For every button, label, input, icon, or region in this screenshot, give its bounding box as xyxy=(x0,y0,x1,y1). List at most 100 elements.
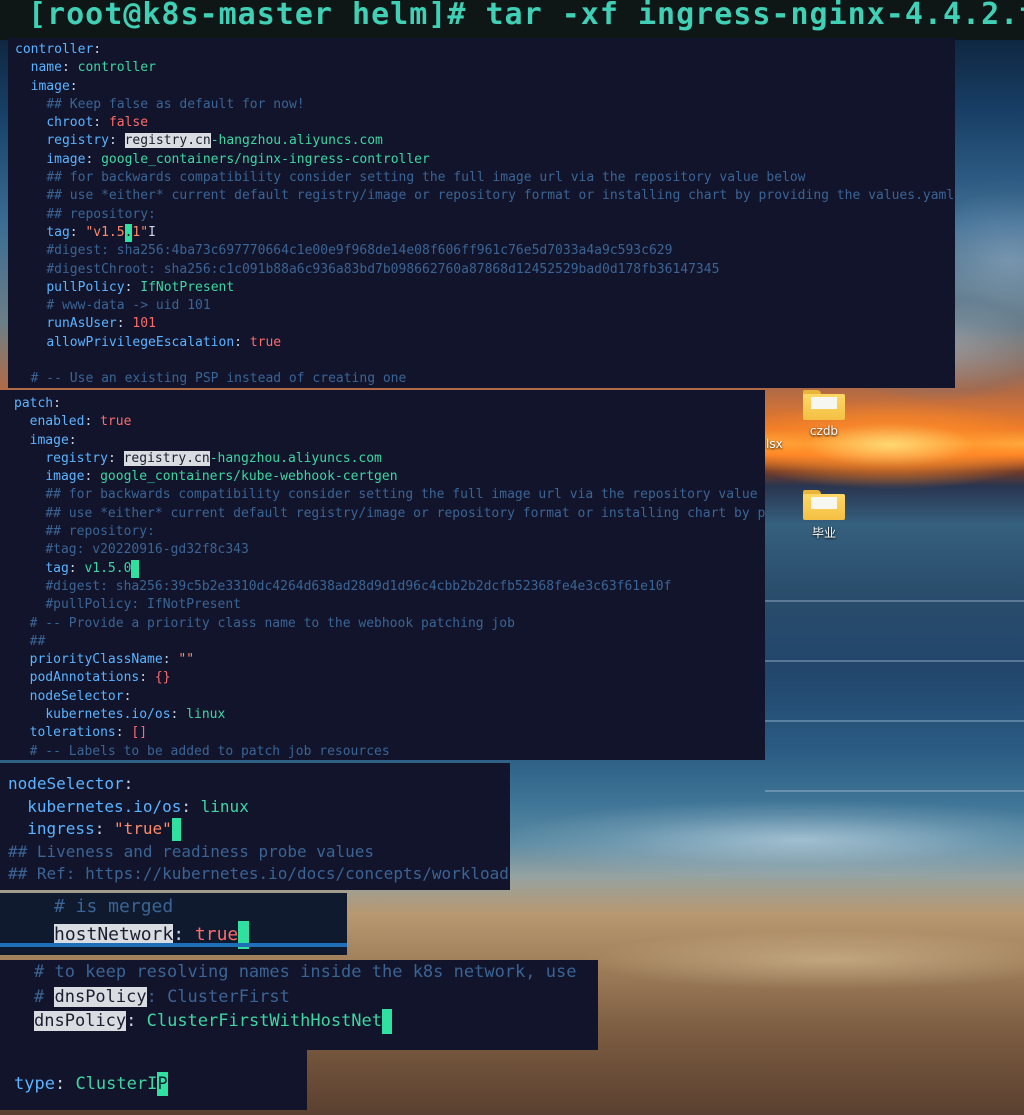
punctuation: : xyxy=(123,774,134,793)
desktop-icon-czdb[interactable]: czdb xyxy=(794,390,854,438)
code-line: registry: registry.cn-hangzhou.aliyuncs.… xyxy=(15,132,955,150)
code-line: ## repository: xyxy=(14,523,765,541)
desktop-icon-graduation[interactable]: 毕业 xyxy=(794,490,854,541)
comment: # is merged xyxy=(54,896,174,917)
comment: ## Ref: https://kubernetes.io/docs/conce… xyxy=(8,864,510,884)
yaml-key: pullPolicy xyxy=(46,279,125,295)
code-line: ## Ref: https://kubernetes.io/docs/conce… xyxy=(8,863,510,886)
yaml-value: controller xyxy=(77,60,156,76)
editor-pane-service-type[interactable]: type: ClusterIP xyxy=(0,1046,307,1110)
code-line: runAsUser: 101 xyxy=(15,315,955,333)
yaml-value: IfNotPresent xyxy=(140,279,235,295)
selected-text: registry.cn xyxy=(124,133,211,149)
comment: ## repository: xyxy=(46,206,156,222)
folder-icon xyxy=(803,490,845,520)
yaml-key: tolerations xyxy=(29,725,116,741)
yaml-value: google_containers/nginx-ingress-controll… xyxy=(101,151,430,167)
comment: # www-data -> uid 101 xyxy=(46,298,211,314)
yaml-key: type xyxy=(14,1074,55,1094)
comment: ## for backwards compatibility consider … xyxy=(46,170,806,186)
yaml-value: linux xyxy=(200,796,249,816)
comment: ## xyxy=(29,633,46,649)
yaml-value: google_containers/kube-webhook-certgen xyxy=(100,469,398,485)
code-line: # is merged xyxy=(54,893,347,921)
yaml-key: chroot xyxy=(46,115,94,131)
code-line: ## repository: xyxy=(15,206,955,224)
yaml-key: registry xyxy=(45,450,108,466)
yaml-key: registry xyxy=(46,133,109,149)
code-line: ingress: "true" xyxy=(8,818,510,841)
code-line: #pullPolicy: IfNotPresent xyxy=(14,596,765,614)
code-line: #digest: sha256:4ba73c697770664c1e00e9f9… xyxy=(15,242,955,260)
code-line: kubernetes.io/os: linux xyxy=(8,796,510,819)
editor-pane-controller[interactable]: controller: name: controller image: ## K… xyxy=(8,38,955,388)
editor-pane-dnspolicy[interactable]: # to keep resolving names inside the k8s… xyxy=(0,960,598,1050)
code-line: #digestChroot: sha256:c1c091b88a6c936a83… xyxy=(15,261,955,279)
yaml-literal: false xyxy=(108,115,149,131)
punctuation: : xyxy=(126,1011,147,1031)
command: tar -xf ingress-nginx-4.4.2.tgz xyxy=(485,0,1024,32)
yaml-string: "true" xyxy=(113,819,172,839)
code-line: patch: xyxy=(14,395,765,413)
text-cursor: P xyxy=(157,1072,168,1096)
code-line: ## Liveness and readiness probe values xyxy=(8,841,510,864)
code-line: priorityClassName: "" xyxy=(14,651,765,669)
code-line: dnsPolicy: ClusterFirstWithHostNet xyxy=(34,1009,598,1034)
yaml-literal: true xyxy=(100,414,132,430)
desktop-icon-label-partial: lsx xyxy=(766,437,783,451)
code-line: type: ClusterIP xyxy=(14,1072,307,1096)
comment: ## use *either* current default registry… xyxy=(46,188,955,204)
punctuation: : xyxy=(94,819,114,839)
code-line: image: google_containers/kube-webhook-ce… xyxy=(14,468,765,486)
selected-text: registry.cn xyxy=(123,450,210,466)
code-line: ## for backwards compatibility consider … xyxy=(15,169,955,187)
comment: ## Keep false as default for now! xyxy=(46,96,305,112)
punctuation: : xyxy=(123,688,132,704)
yaml-key: kubernetes.io/os xyxy=(45,707,171,723)
yaml-key: name xyxy=(30,60,62,76)
yaml-string: "v1.5 xyxy=(85,224,125,240)
editor-pane-hostnetwork[interactable]: # is merged hostNetwork: true xyxy=(0,893,347,955)
code-line: image: google_containers/nginx-ingress-c… xyxy=(15,151,955,169)
comment: : ClusterFirst xyxy=(146,986,290,1007)
code-line: # -- Labels to be added to patch job res… xyxy=(14,743,765,760)
desktop-icon-label: 毕业 xyxy=(811,526,836,540)
comment: ## Liveness and readiness probe values xyxy=(8,841,375,861)
punctuation: : xyxy=(115,725,132,741)
comment: #tag: v20220916-gd32f8c343 xyxy=(45,542,249,558)
comment: ## for backwards compatibility consider … xyxy=(45,487,765,503)
code-line: # www-data -> uid 101 xyxy=(15,297,955,315)
yaml-value: v1.5.0 xyxy=(84,560,132,576)
comment: # -- Labels to be added to patch job res… xyxy=(29,743,390,759)
yaml-literal: true xyxy=(249,334,282,350)
yaml-key: priorityClassName xyxy=(29,652,163,668)
editor-pane-nodeselector[interactable]: nodeSelector: kubernetes.io/os: linux in… xyxy=(0,763,510,890)
code-line: ## use *either* current default registry… xyxy=(14,505,765,523)
folder-icon xyxy=(803,390,845,420)
yaml-key: image xyxy=(45,469,85,485)
editor-pane-patch[interactable]: patch: enabled: true image: registry: re… xyxy=(0,390,765,760)
terminal-command-line[interactable]: [root@k8s-master helm]# tar -xf ingress-… xyxy=(0,0,1024,40)
code-line: # dnsPolicy: ClusterFirst xyxy=(34,985,598,1010)
code-line: pullPolicy: IfNotPresent xyxy=(15,279,955,297)
punctuation: : xyxy=(162,652,179,668)
yaml-key: image xyxy=(30,78,70,94)
yaml-string: "" xyxy=(178,652,195,668)
yaml-key: podAnnotations xyxy=(29,670,140,686)
code-line: # -- Provide a priority class name to th… xyxy=(14,615,765,633)
code-line: tag: "v1.5.1"I xyxy=(15,223,955,243)
